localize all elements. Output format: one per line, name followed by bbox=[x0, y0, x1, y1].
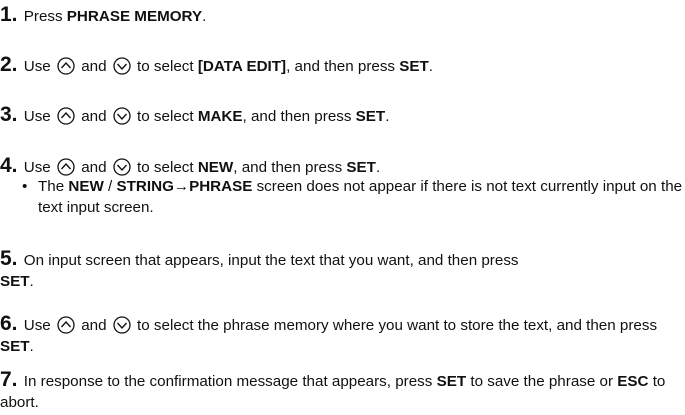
step-text: . bbox=[375, 159, 381, 176]
step-text: and bbox=[81, 58, 107, 75]
step-7: 7. In response to the confirmation messa… bbox=[0, 369, 685, 413]
step-text: Use bbox=[23, 159, 51, 176]
step-text: Use bbox=[23, 108, 51, 125]
step-4-note: • The NEW / STRING→PHRASE screen does no… bbox=[22, 176, 685, 218]
screen-name: STRING→PHRASE bbox=[116, 178, 253, 195]
key-label: SET bbox=[0, 273, 30, 290]
step-number: 2. bbox=[0, 53, 18, 76]
step-3: 3. Use and to select MAKE, and then pres… bbox=[0, 104, 685, 127]
key-label: SET bbox=[355, 108, 386, 125]
step-number: 3. bbox=[0, 103, 18, 126]
step-6: 6. Use and to select the phrase memory w… bbox=[0, 313, 685, 357]
instruction-steps: 1. Press PHRASE MEMORY. 2. Use and to se… bbox=[0, 0, 685, 415]
step-text: and bbox=[81, 317, 107, 334]
step-number: 1. bbox=[0, 3, 18, 26]
key-label: SET bbox=[0, 338, 30, 355]
step-1: 1. Press PHRASE MEMORY. bbox=[0, 4, 685, 27]
key-label: SET bbox=[436, 373, 467, 390]
down-arrow-circle-icon bbox=[113, 57, 131, 75]
menu-item-label: MAKE bbox=[197, 108, 243, 125]
up-arrow-circle-icon bbox=[57, 57, 75, 75]
step-number: 4. bbox=[0, 154, 18, 177]
step-text: Press bbox=[23, 8, 67, 25]
step-text: On input screen that appears, input the … bbox=[23, 252, 519, 269]
step-5: 5. On input screen that appears, input t… bbox=[0, 248, 685, 292]
step-text: . bbox=[385, 108, 390, 125]
key-label: PHRASE MEMORY bbox=[66, 8, 203, 25]
step-text: to select the phrase memory where you wa… bbox=[132, 317, 658, 334]
step-text: to select bbox=[132, 159, 198, 176]
step-text: . bbox=[202, 8, 207, 25]
note-text-part: / bbox=[103, 178, 117, 195]
menu-item-label: [DATA EDIT] bbox=[197, 58, 287, 75]
step-text: . bbox=[29, 338, 34, 355]
down-arrow-circle-icon bbox=[113, 107, 131, 125]
step-text: and bbox=[81, 159, 107, 176]
screen-name: NEW bbox=[68, 178, 104, 195]
note-text-part: The bbox=[38, 178, 69, 195]
key-label: SET bbox=[346, 159, 376, 176]
up-arrow-circle-icon bbox=[57, 316, 75, 334]
step-text: . bbox=[29, 273, 34, 290]
step-text: , and then press bbox=[242, 108, 356, 125]
step-text: to select bbox=[132, 108, 198, 125]
step-4: 4. Use and to select NEW, and then press… bbox=[0, 155, 685, 178]
step-number: 6. bbox=[0, 312, 18, 335]
step-text: and bbox=[81, 108, 107, 125]
step-text: In response to the confirmation message … bbox=[23, 373, 437, 390]
step-text: . bbox=[428, 58, 434, 75]
step-text: to save the phrase or bbox=[466, 373, 618, 390]
step-text: , and then press bbox=[286, 58, 400, 75]
key-label: ESC bbox=[617, 373, 649, 390]
up-arrow-circle-icon bbox=[57, 158, 75, 176]
step-text: Use bbox=[23, 317, 51, 334]
step-text: Use bbox=[23, 58, 51, 75]
step-text: , and then press bbox=[233, 159, 347, 176]
note-text: The NEW / STRING→PHRASE screen does not … bbox=[22, 176, 685, 218]
step-2: 2. Use and to select [DATA EDIT], and th… bbox=[0, 54, 685, 77]
key-label: SET bbox=[399, 58, 429, 75]
menu-item-label: NEW bbox=[197, 159, 234, 176]
down-arrow-circle-icon bbox=[113, 316, 131, 334]
step-number: 5. bbox=[0, 247, 18, 270]
down-arrow-circle-icon bbox=[113, 158, 131, 176]
bullet: • bbox=[22, 178, 28, 195]
up-arrow-circle-icon bbox=[57, 107, 75, 125]
step-number: 7. bbox=[0, 368, 18, 391]
step-text: to select bbox=[132, 58, 198, 75]
